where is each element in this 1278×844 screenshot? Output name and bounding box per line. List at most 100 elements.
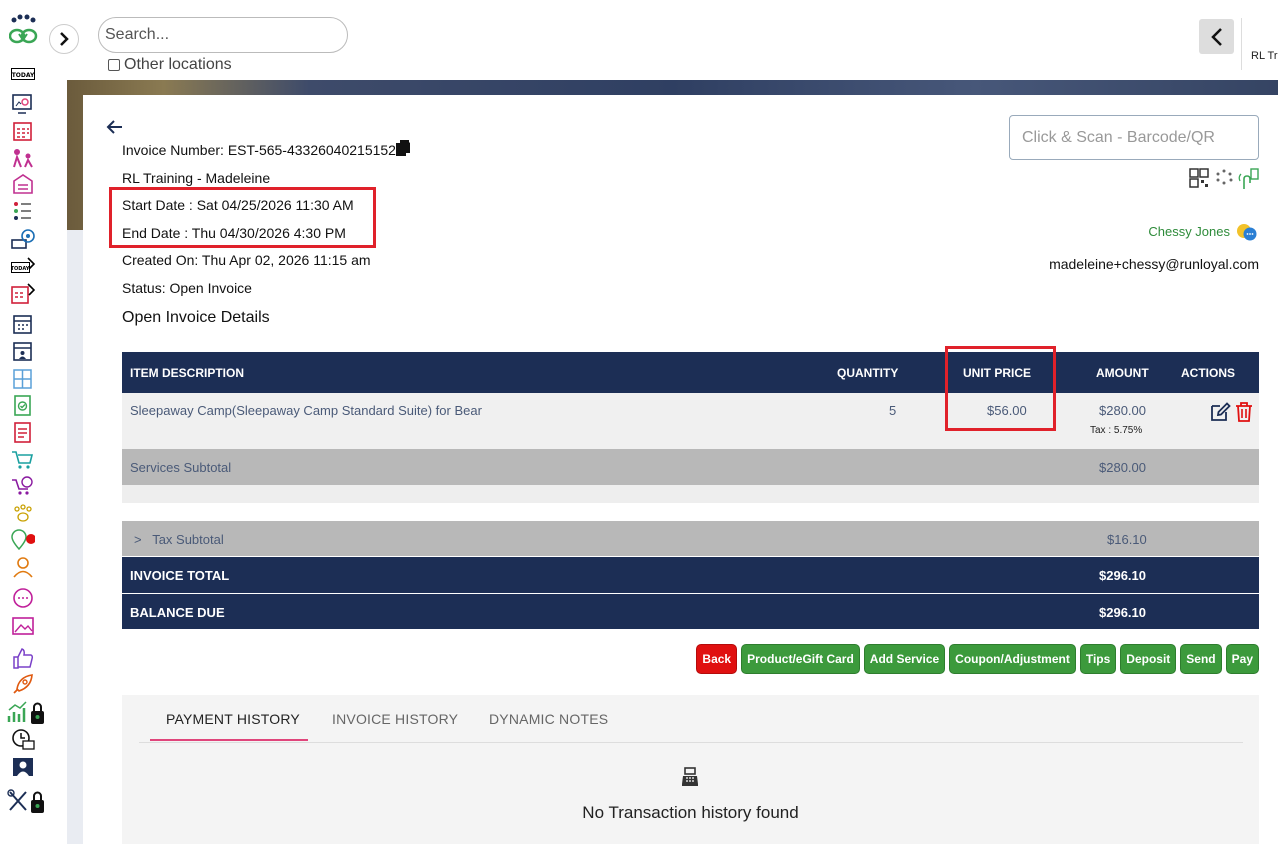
balance-due-row: BALANCE DUE $296.10 xyxy=(122,594,1259,629)
pets-play-icon[interactable] xyxy=(11,147,35,169)
item-description: Sleepaway Camp(Sleepaway Camp Standard S… xyxy=(130,403,482,418)
qr-code-icon[interactable] xyxy=(1189,168,1209,188)
svg-text:TODAY: TODAY xyxy=(11,266,30,272)
empty-history-message: No Transaction history found xyxy=(582,803,799,822)
grid-layout-icon[interactable] xyxy=(11,368,35,390)
tab-divider xyxy=(139,742,1243,743)
balance-due-label: BALANCE DUE xyxy=(130,605,225,620)
clock-cash-icon[interactable] xyxy=(11,728,35,750)
clipboard-check-icon[interactable] xyxy=(11,394,35,416)
thumbs-up-icon[interactable] xyxy=(11,647,35,669)
other-locations-label: Other locations xyxy=(124,56,232,73)
col-actions: ACTIONS xyxy=(1181,366,1235,380)
tips-button[interactable]: Tips xyxy=(1079,644,1117,674)
tax-subtotal-row[interactable]: > Tax Subtotal $16.10 xyxy=(122,521,1259,556)
delete-icon[interactable] xyxy=(1234,401,1254,423)
calendar-tag-icon[interactable] xyxy=(11,283,35,305)
dashboard-icon[interactable] xyxy=(11,93,35,115)
checklist-icon[interactable] xyxy=(11,200,35,222)
rocket-icon[interactable] xyxy=(11,673,35,695)
tab-dynamic-notes[interactable]: DYNAMIC NOTES xyxy=(489,711,608,727)
header-divider xyxy=(1241,18,1242,70)
chevron-right-icon xyxy=(60,32,69,46)
invoice-total-label: INVOICE TOTAL xyxy=(130,568,230,583)
user-menu[interactable]: RL Tr xyxy=(1251,50,1278,62)
person-board-icon[interactable] xyxy=(11,756,35,778)
cash-register-icon xyxy=(682,767,698,786)
invoice-action-buttons: Back Product/eGift Card Add Service Coup… xyxy=(696,644,1259,674)
today-icon[interactable]: TODAY xyxy=(11,68,35,80)
dog-house-icon[interactable] xyxy=(11,228,35,250)
balance-due-value: $296.10 xyxy=(1099,605,1146,620)
history-panel: PAYMENT HISTORY INVOICE HISTORY DYNAMIC … xyxy=(122,695,1259,844)
col-item-description: ITEM DESCRIPTION xyxy=(130,366,245,380)
product-egift-button[interactable]: Product/eGift Card xyxy=(741,644,860,674)
item-tax-rate: Tax : 5.75% xyxy=(1090,425,1143,436)
services-subtotal-value: $280.00 xyxy=(1099,460,1146,475)
item-amount: $280.00 xyxy=(1099,403,1146,418)
invoice-total-row: INVOICE TOTAL $296.10 xyxy=(122,557,1259,593)
tab-payment-history[interactable]: PAYMENT HISTORY xyxy=(166,711,300,727)
coupon-adjustment-button[interactable]: Coupon/Adjustment xyxy=(949,644,1076,674)
invoice-total-value: $296.10 xyxy=(1099,568,1146,583)
services-subtotal-label: Services Subtotal xyxy=(130,460,232,475)
chat-icon[interactable] xyxy=(1236,222,1258,242)
created-on: Created On: Thu Apr 02, 2026 11:15 am xyxy=(122,252,371,268)
send-button[interactable]: Send xyxy=(1180,644,1222,674)
page-gutter xyxy=(67,230,83,844)
invoice-location: RL Training - Madeleine xyxy=(122,170,271,186)
deposit-button[interactable]: Deposit xyxy=(1120,644,1177,674)
paws-icon[interactable] xyxy=(11,503,35,525)
barcode-scan-input[interactable] xyxy=(1009,115,1259,160)
other-locations-checkbox[interactable]: Other locations xyxy=(108,56,232,74)
pay-button[interactable]: Pay xyxy=(1225,644,1259,674)
tax-subtotal-label[interactable]: > Tax Subtotal xyxy=(134,532,224,547)
form-icon[interactable] xyxy=(11,421,35,443)
today-tag-icon[interactable]: TODAY xyxy=(11,256,35,278)
services-subtotal-row: Services Subtotal $280.00 xyxy=(122,449,1259,485)
chevron-left-icon xyxy=(1210,27,1222,46)
copy-icon[interactable] xyxy=(395,139,411,157)
unit-price-highlight-box xyxy=(945,346,1056,431)
dates-highlight-box xyxy=(109,187,376,248)
back-button[interactable]: Back xyxy=(696,644,738,674)
active-tab-indicator xyxy=(150,739,308,741)
calendar-icon[interactable] xyxy=(11,313,35,335)
col-amount: AMOUNT xyxy=(1096,366,1149,380)
left-sidebar: TODAY TODAY xyxy=(0,0,48,844)
add-service-button[interactable]: Add Service xyxy=(863,644,946,674)
search-input[interactable] xyxy=(98,17,348,53)
invoice-status: Status: Open Invoice xyxy=(122,280,252,296)
calendar-person-icon[interactable] xyxy=(11,340,35,362)
edit-icon[interactable] xyxy=(1209,401,1231,423)
tax-subtotal-value: $16.10 xyxy=(1107,532,1147,547)
chart-lock-icon[interactable] xyxy=(7,700,47,726)
invoice-number: Invoice Number: EST-565-433260402151528 xyxy=(122,142,404,158)
cart-clock-icon[interactable] xyxy=(11,475,35,497)
table-row: Sleepaway Camp(Sleepaway Camp Standard S… xyxy=(122,393,1259,449)
tab-invoice-history[interactable]: INVOICE HISTORY xyxy=(332,711,458,727)
customer-email: madeleine+chessy@runloyal.com xyxy=(1049,256,1259,272)
back-arrow-icon[interactable] xyxy=(106,118,124,136)
location-alert-icon[interactable] xyxy=(11,529,35,551)
calendar-grid-icon[interactable] xyxy=(11,120,35,142)
logo-paw-heart-icon[interactable] xyxy=(9,14,41,48)
tap-card-icon[interactable] xyxy=(1238,168,1259,189)
loading-spinner-icon xyxy=(1216,169,1233,185)
panel-collapse-button[interactable] xyxy=(1199,19,1234,54)
kennel-icon[interactable] xyxy=(11,173,35,195)
checkbox-box[interactable] xyxy=(108,59,120,71)
col-quantity: QUANTITY xyxy=(837,366,899,380)
cart-icon[interactable] xyxy=(11,449,35,471)
user-icon[interactable] xyxy=(11,556,35,578)
tools-lock-icon[interactable] xyxy=(7,789,47,815)
section-title: Open Invoice Details xyxy=(122,309,270,326)
sidebar-expand-button[interactable] xyxy=(49,24,79,54)
image-icon[interactable] xyxy=(11,615,35,637)
customer-name-link[interactable]: Chessy Jones xyxy=(1148,224,1230,239)
chat-bubble-icon[interactable] xyxy=(11,588,35,610)
svg-text:TODAY: TODAY xyxy=(12,72,35,79)
invoice-table-header: ITEM DESCRIPTION QUANTITY UNIT PRICE AMO… xyxy=(122,352,1259,393)
table-spacer-row xyxy=(122,485,1259,503)
item-quantity: 5 xyxy=(889,403,897,418)
